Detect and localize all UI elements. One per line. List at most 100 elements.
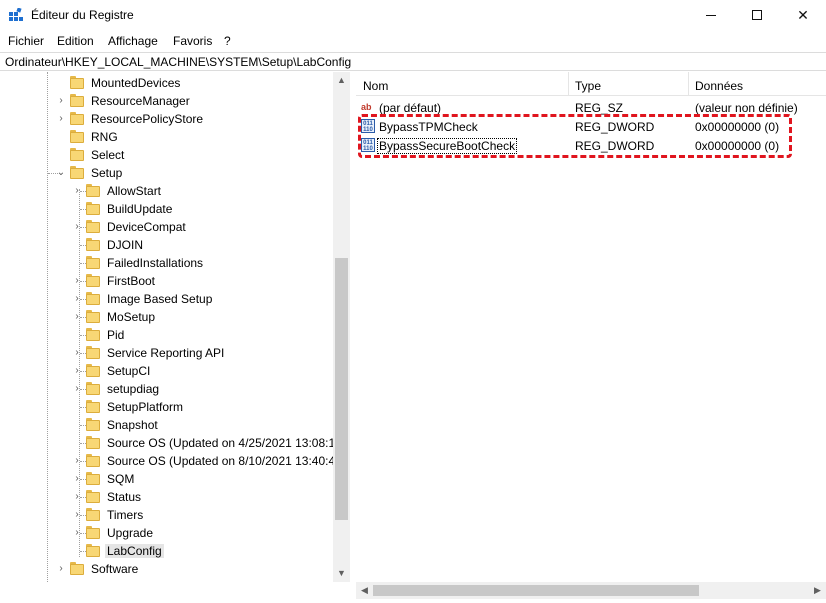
folder-icon — [86, 238, 100, 251]
column-type[interactable]: Type — [575, 79, 601, 93]
column-divider[interactable] — [688, 72, 689, 96]
chevron-right-icon — [72, 329, 82, 341]
tree-item[interactable]: › Service Reporting API — [0, 344, 330, 362]
tree-item-label: Upgrade — [107, 526, 154, 540]
chevron-right-icon[interactable]: › — [56, 563, 66, 575]
tree-item[interactable]: SetupPlatform — [0, 398, 330, 416]
menu-fichier[interactable]: Fichier — [8, 34, 44, 48]
folder-icon — [86, 508, 100, 521]
tree-item[interactable]: RNG — [0, 128, 330, 146]
chevron-right-icon — [72, 401, 82, 413]
folder-icon — [70, 94, 84, 107]
chevron-right-icon[interactable]: › — [72, 311, 82, 323]
tree-item[interactable]: › Image Based Setup — [0, 290, 330, 308]
tree-item[interactable]: › Upgrade — [0, 524, 330, 542]
tree-item[interactable]: ⌄ Setup — [0, 164, 330, 182]
tree-item-label: BuildUpdate — [107, 202, 173, 216]
tree-item-label: Service Reporting API — [107, 346, 225, 360]
menu-help[interactable]: ? — [224, 34, 231, 48]
maximize-button[interactable] — [734, 0, 780, 30]
tree-item[interactable]: › SetupCI — [0, 362, 330, 380]
chevron-right-icon[interactable]: › — [72, 185, 82, 197]
column-divider[interactable] — [568, 72, 569, 96]
tree-item[interactable]: › ResourceManager — [0, 92, 330, 110]
tree-item-label: LabConfig — [105, 544, 164, 558]
menu-affichage[interactable]: Affichage — [108, 34, 158, 48]
menu-edition[interactable]: Edition — [57, 34, 94, 48]
tree-item[interactable]: › Source OS (Updated on 8/10/2021 13:40:4… — [0, 452, 346, 470]
scroll-up-icon[interactable]: ▲ — [333, 72, 350, 89]
tree-item[interactable]: › SQM — [0, 470, 330, 488]
tree-item[interactable]: › DeviceCompat — [0, 218, 330, 236]
tree-item[interactable]: › Software — [0, 560, 330, 578]
chevron-right-icon[interactable]: › — [72, 491, 82, 503]
chevron-right-icon[interactable]: › — [72, 347, 82, 359]
chevron-right-icon[interactable]: › — [72, 365, 82, 377]
address-bar[interactable]: Ordinateur\HKEY_LOCAL_MACHINE\SYSTEM\Set… — [0, 52, 826, 71]
folder-icon — [86, 526, 100, 539]
folder-icon — [86, 418, 100, 431]
key-tree: MountedDevices › ResourceManager › ResourceP… — [0, 72, 350, 582]
chevron-right-icon — [72, 203, 82, 215]
folder-icon — [86, 454, 100, 467]
chevron-right-icon[interactable]: › — [72, 383, 82, 395]
tree-item[interactable]: Source OS (Updated on 4/25/2021 13:08:14… — [0, 434, 346, 452]
chevron-right-icon[interactable]: › — [56, 95, 66, 107]
folder-icon — [86, 544, 100, 557]
folder-icon — [86, 328, 100, 341]
value-data: (valeur non définie) — [695, 101, 798, 115]
tree-item-label: Source OS (Updated on 4/25/2021 13:08:14… — [107, 436, 346, 450]
tree-item[interactable]: LabConfig — [0, 542, 330, 560]
column-name[interactable]: Nom — [363, 79, 388, 93]
values-scroll-thumb[interactable] — [373, 585, 699, 596]
chevron-right-icon[interactable]: › — [72, 221, 82, 233]
tree-item-label: Image Based Setup — [107, 292, 213, 306]
folder-icon — [70, 112, 84, 125]
tree-item-label: setupdiag — [107, 382, 160, 396]
chevron-down-icon[interactable]: ⌄ — [56, 167, 66, 179]
tree-item-label: RNG — [91, 130, 118, 144]
folder-icon — [86, 382, 100, 395]
chevron-right-icon[interactable]: › — [56, 113, 66, 125]
tree-item[interactable]: BuildUpdate — [0, 200, 330, 218]
folder-icon — [70, 166, 84, 179]
tree-item[interactable]: MountedDevices — [0, 74, 330, 92]
chevron-right-icon — [72, 239, 82, 251]
folder-icon — [70, 130, 84, 143]
tree-item-label: AllowStart — [107, 184, 162, 198]
tree-item[interactable]: FailedInstallations — [0, 254, 330, 272]
chevron-right-icon[interactable]: › — [72, 473, 82, 485]
chevron-right-icon[interactable]: › — [72, 275, 82, 287]
close-button[interactable]: ✕ — [780, 0, 826, 30]
tree-item[interactable]: › Status — [0, 488, 330, 506]
scroll-right-icon[interactable]: ▶ — [809, 582, 826, 599]
tree-item[interactable]: › Timers — [0, 506, 330, 524]
tree-item[interactable]: › FirstBoot — [0, 272, 330, 290]
tree-item[interactable]: › MoSetup — [0, 308, 330, 326]
chevron-right-icon[interactable]: › — [72, 509, 82, 521]
tree-item-label: DJOIN — [107, 238, 143, 252]
tree-item[interactable]: › setupdiag — [0, 380, 330, 398]
tree-item-label: DeviceCompat — [107, 220, 186, 234]
chevron-right-icon[interactable]: › — [72, 527, 82, 539]
tree-scroll-thumb[interactable] — [335, 258, 348, 520]
chevron-right-icon[interactable]: › — [72, 455, 82, 467]
folder-icon — [70, 76, 84, 89]
address-path[interactable]: Ordinateur\HKEY_LOCAL_MACHINE\SYSTEM\Set… — [5, 55, 351, 69]
tree-item[interactable]: › ResourcePolicyStore — [0, 110, 330, 128]
minimize-icon — [706, 14, 716, 16]
tree-item[interactable]: Snapshot — [0, 416, 330, 434]
chevron-right-icon[interactable]: › — [72, 293, 82, 305]
tree-item-label: SetupCI — [107, 364, 151, 378]
tree-item-label: FirstBoot — [107, 274, 156, 288]
tree-item[interactable]: › AllowStart — [0, 182, 330, 200]
tree-item[interactable]: DJOIN — [0, 236, 330, 254]
tree-item-label: Pid — [107, 328, 125, 342]
tree-item[interactable]: Select — [0, 146, 330, 164]
tree-item[interactable]: Pid — [0, 326, 330, 344]
minimize-button[interactable] — [688, 0, 734, 30]
scroll-left-icon[interactable]: ◀ — [356, 582, 373, 599]
column-data[interactable]: Données — [695, 79, 743, 93]
menu-favoris[interactable]: Favoris — [173, 34, 212, 48]
scroll-down-icon[interactable]: ▼ — [333, 565, 350, 582]
